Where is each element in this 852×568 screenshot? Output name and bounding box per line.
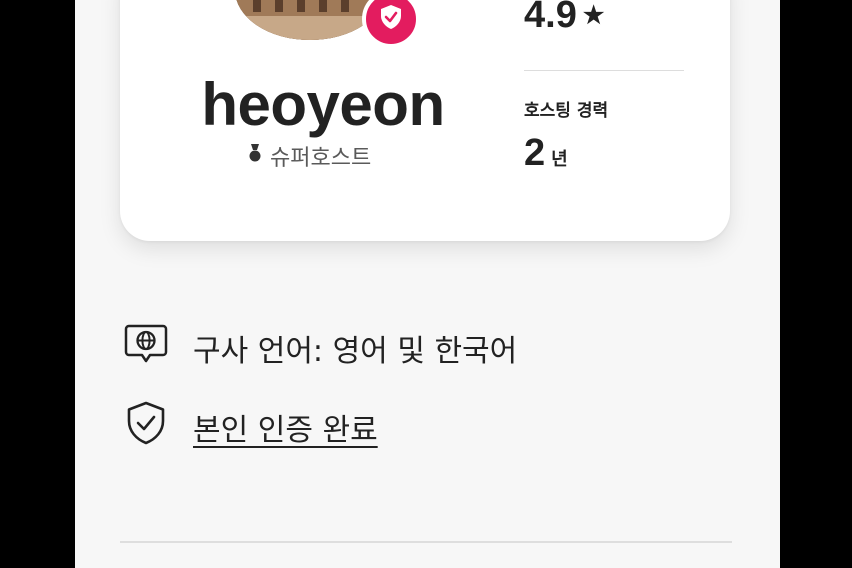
speech-globe-icon <box>123 322 169 374</box>
stats-divider <box>524 70 684 71</box>
rating-value: 4.9 <box>524 0 577 36</box>
rating-stat: 4.9 ★ <box>524 0 604 37</box>
superhost-text: 슈퍼호스트 <box>270 146 372 171</box>
hosting-experience-stat: 2 년 <box>524 132 568 175</box>
star-icon: ★ <box>582 2 605 29</box>
hosting-years-unit: 년 <box>551 149 568 170</box>
hosting-years-value: 2 <box>524 132 546 174</box>
shield-check-icon <box>379 4 403 34</box>
identity-verified-row[interactable]: 본인 인증 완료 <box>123 400 378 454</box>
identity-verified-link[interactable]: 본인 인증 완료 <box>193 405 378 449</box>
section-divider <box>120 541 732 543</box>
languages-row: 구사 언어: 영어 및 한국어 <box>123 322 517 374</box>
host-name: heoyeon <box>201 71 445 138</box>
superhost-medal-icon <box>248 143 262 169</box>
languages-text: 구사 언어: 영어 및 한국어 <box>193 334 518 369</box>
superhost-label: 슈퍼호스트 <box>248 140 371 172</box>
shield-check-icon <box>123 400 169 454</box>
app-screen: heoyeon 슈퍼호스트 4.9 ★ 호스팅 경력 2 년 구사 언어: 영어… <box>75 0 780 568</box>
verified-badge <box>362 0 420 48</box>
hosting-experience-label: 호스팅 경력 <box>524 101 609 121</box>
host-profile-card[interactable]: heoyeon 슈퍼호스트 4.9 ★ 호스팅 경력 2 년 <box>120 0 730 241</box>
